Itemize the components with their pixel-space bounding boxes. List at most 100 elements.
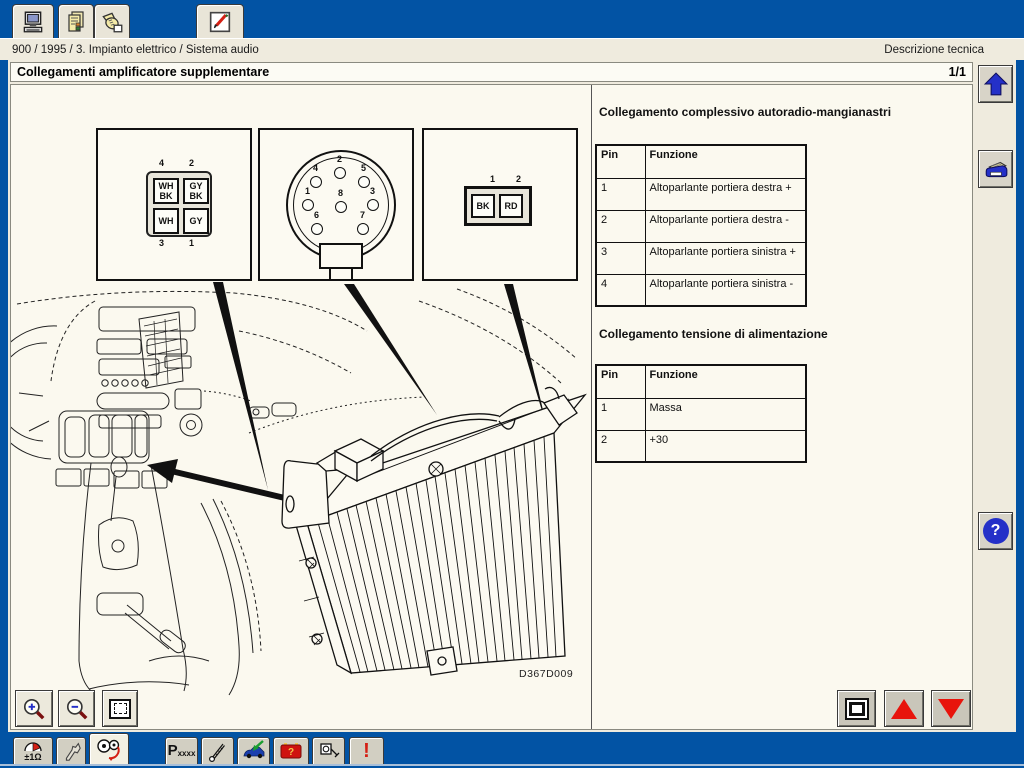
tab-measurements[interactable] [201, 737, 234, 765]
din-pin-label: 3 [370, 186, 375, 196]
tab-tools[interactable] [56, 737, 86, 765]
din-keyway-tab [329, 269, 353, 281]
tab-notes[interactable] [196, 4, 244, 38]
detail-box-2pin: 1 2 BK RD [422, 128, 578, 281]
pin-number: 2 [189, 158, 194, 168]
zoom-out-icon [64, 696, 90, 722]
drawing-code-label: D367D009 [519, 668, 573, 680]
table-row: 4 Altoparlante portiera sinistra - [596, 274, 806, 306]
col-header-pin: Pin [596, 365, 645, 398]
pin-number: 2 [516, 174, 521, 184]
up-arrow-icon [983, 71, 1009, 97]
table-row: 2 +30 [596, 430, 806, 462]
table-row: 1 Massa [596, 398, 806, 430]
connector-cell: RD [499, 194, 523, 218]
section-heading: Collegamento complessivo autoradio-mangi… [599, 105, 891, 119]
din-pin [335, 201, 347, 213]
din-pin [302, 199, 314, 211]
col-header-funzione: Funzione [645, 145, 806, 178]
connector-diagram-icon [317, 739, 341, 763]
pin-number: 4 [159, 158, 164, 168]
breadcrumb: 900 / 1995 / 3. Impianto elettrico / Sis… [0, 44, 884, 56]
gauge-icon [23, 740, 43, 752]
zoom-out-button[interactable] [58, 690, 95, 727]
din-pin [358, 176, 370, 188]
red-down-triangle-icon [938, 699, 964, 719]
tab-fault-codes[interactable]: P xxxx [165, 737, 198, 765]
connector-cell: WH [153, 208, 179, 234]
navigate-up-button[interactable] [978, 65, 1013, 103]
tab-connections[interactable] [312, 737, 345, 765]
title-strip: Collegamenti amplificatore supplementare… [10, 62, 973, 82]
tab-workstation[interactable] [12, 4, 54, 38]
zoom-in-button[interactable] [15, 690, 53, 727]
previous-page-button[interactable] [884, 690, 924, 727]
edit-note-icon [206, 8, 234, 36]
zoom-select-button[interactable] [102, 690, 138, 727]
main-frame: Collegamenti amplificatore supplementare… [8, 60, 1016, 732]
tab-adjustment-selected[interactable] [89, 733, 129, 765]
pin-number: 3 [159, 238, 164, 248]
thermometer-icon [206, 739, 230, 763]
pin-function-table-2: Pin Funzione 1 Massa 2 +30 [595, 364, 807, 463]
tab-electrical-values[interactable]: ±1Ω [13, 737, 53, 765]
din-pin-label: 4 [313, 163, 318, 173]
col-header-funzione: Funzione [645, 365, 806, 398]
din-pin [310, 176, 322, 188]
wrench-icon [60, 739, 82, 763]
battery-question-icon: ? [278, 739, 304, 763]
col-header-pin: Pin [596, 145, 645, 178]
din-pin-label: 6 [314, 210, 319, 220]
pin-number: 1 [490, 174, 495, 184]
fit-view-button[interactable] [837, 690, 876, 727]
red-up-triangle-icon [891, 699, 917, 719]
tab-battery-info[interactable]: ? [273, 737, 309, 765]
breadcrumb-bar: 900 / 1995 / 3. Impianto elettrico / Sis… [0, 38, 1024, 60]
bottom-edge-line [0, 764, 1024, 766]
content-panel: 4 2 WH BK GY BK WH GY 3 1 2 [10, 84, 973, 730]
computer-icon [20, 9, 46, 35]
wis-application-window: { "window": { "breadcrumb": "900 / 1995 … [0, 0, 1024, 768]
print-button[interactable] [978, 150, 1013, 188]
detail-box-4pin: 4 2 WH BK GY BK WH GY 3 1 [96, 128, 252, 281]
pin-function-table-1: Pin Funzione 1 Altoparlante portiera des… [595, 144, 807, 307]
section-label: Descrizione tecnica [884, 44, 1024, 56]
zoom-in-icon [21, 696, 47, 722]
tab-warnings[interactable]: ! [349, 737, 384, 765]
marquee-icon [109, 699, 131, 719]
din-pin [334, 167, 346, 179]
ohm-label: ±1Ω [24, 752, 41, 762]
connector-cell: GY [183, 208, 209, 234]
help-button[interactable]: ? [978, 512, 1013, 550]
din-pin [357, 223, 369, 235]
din-keyway [319, 243, 363, 269]
next-page-button[interactable] [931, 690, 971, 727]
din-pin-label: 5 [361, 163, 366, 173]
din-pin-label: 2 [337, 154, 342, 164]
amplifier-drawing [282, 387, 585, 675]
table-row: 2 Altoparlante portiera destra - [596, 210, 806, 242]
car-arrow-icon [241, 739, 267, 763]
detail-box-din: 2 4 5 1 8 3 6 7 [258, 128, 414, 281]
tab-service[interactable] [94, 4, 130, 38]
svg-text:?: ? [288, 747, 294, 758]
tab-documents[interactable] [58, 4, 94, 38]
connector-cell: BK [471, 194, 495, 218]
din-pin-label: 7 [360, 210, 365, 220]
page-indicator: 1/1 [949, 65, 972, 79]
tab-vehicle-functions[interactable] [237, 737, 270, 765]
din-pin-label: 1 [305, 186, 310, 196]
din-pin [311, 223, 323, 235]
section-heading: Collegamento tensione di alimentazione [599, 327, 828, 341]
pin-number: 1 [189, 238, 194, 248]
panel-divider [591, 85, 592, 729]
documents-icon [64, 9, 88, 35]
connector-cell: WH BK [153, 178, 179, 204]
din-pin [367, 199, 379, 211]
printer-icon [982, 156, 1010, 182]
gears-arrow-icon [95, 737, 123, 761]
exclamation-icon: ! [363, 740, 370, 762]
connector-cell: GY BK [183, 178, 209, 204]
help-icon: ? [983, 518, 1009, 544]
table-row: 1 Altoparlante portiera destra + [596, 178, 806, 210]
